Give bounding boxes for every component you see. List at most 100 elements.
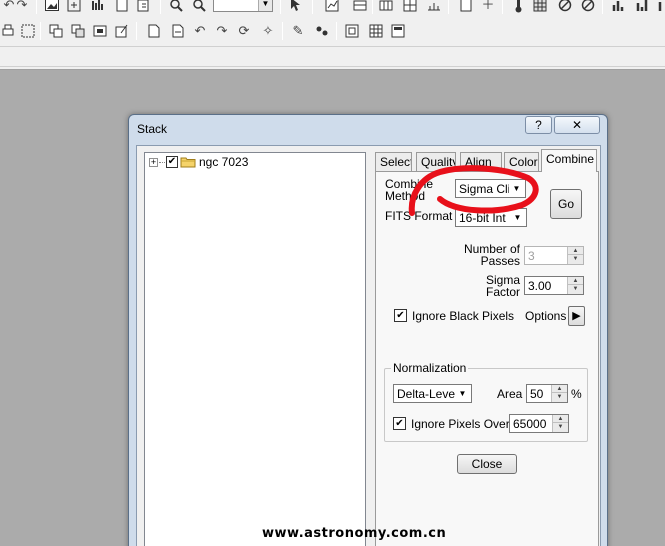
ignore-over-label[interactable]: Ignore Pixels Over bbox=[411, 418, 510, 430]
tree-item-label[interactable]: ngc 7023 bbox=[199, 155, 248, 169]
zoom-in-icon[interactable] bbox=[168, 0, 184, 13]
toolbar-separator bbox=[502, 0, 503, 14]
toolbar-separator bbox=[280, 0, 281, 14]
tab-select[interactable]: Select bbox=[375, 152, 412, 171]
ignore-black-checkbox[interactable]: ✔ bbox=[394, 309, 407, 322]
image-tree[interactable]: + ✔ ngc 7023 bbox=[144, 152, 366, 546]
new-doc-icon[interactable] bbox=[114, 0, 130, 13]
app-toolbar: ↶ ↷ ▼ ＋ ↶ ↷ ⟳ ✧ ✎ bbox=[0, 0, 665, 70]
toolbar-separator bbox=[160, 0, 161, 14]
pencil-icon[interactable]: ✎ bbox=[290, 23, 306, 39]
print-icon[interactable] bbox=[0, 23, 16, 39]
spin-down-icon[interactable]: ▼ bbox=[568, 285, 583, 293]
help-button[interactable]: ? bbox=[525, 116, 552, 134]
go-button[interactable]: Go bbox=[550, 189, 582, 219]
tab-combine[interactable]: Combine bbox=[541, 149, 597, 172]
paste-icon[interactable] bbox=[114, 23, 130, 39]
spin-up-icon[interactable]: ▲ bbox=[553, 415, 568, 423]
rotate-icon[interactable]: ⟳ bbox=[236, 23, 252, 39]
sigma-spinner[interactable]: 3.00 ▲ ▼ bbox=[524, 276, 584, 295]
toolbar-separator bbox=[312, 0, 313, 14]
ignore-over-checkbox[interactable]: ✔ bbox=[393, 417, 406, 430]
spin-up-icon[interactable]: ▲ bbox=[568, 277, 583, 285]
page-icon[interactable] bbox=[170, 23, 186, 39]
bars-icon[interactable] bbox=[634, 0, 650, 13]
chevron-down-icon[interactable]: ▼ bbox=[455, 386, 470, 401]
spin-up-icon[interactable]: ▲ bbox=[568, 247, 583, 255]
combine-method-select[interactable]: Sigma Clip ▼ bbox=[455, 179, 526, 198]
plus-icon[interactable]: ＋ bbox=[480, 0, 496, 13]
no-entry-icon[interactable] bbox=[580, 0, 596, 13]
chart-icon[interactable] bbox=[324, 0, 340, 13]
toolbar-separator bbox=[40, 22, 41, 40]
chevron-down-icon[interactable]: ▼ bbox=[510, 210, 525, 225]
image-icon[interactable] bbox=[44, 0, 60, 13]
tab-color[interactable]: Color bbox=[504, 152, 539, 171]
points-icon[interactable] bbox=[314, 23, 330, 39]
close-button[interactable]: Close bbox=[457, 454, 517, 474]
zoom-combo[interactable]: ▼ bbox=[213, 0, 273, 12]
spin-down-icon[interactable]: ▼ bbox=[553, 423, 568, 431]
histogram-icon[interactable] bbox=[90, 0, 106, 13]
ignore-black-label[interactable]: Ignore Black Pixels bbox=[412, 310, 514, 322]
no-entry-icon[interactable] bbox=[557, 0, 573, 13]
ruler-icon[interactable] bbox=[426, 0, 442, 13]
copy-icon[interactable] bbox=[92, 23, 108, 39]
page-icon[interactable] bbox=[458, 0, 474, 13]
tab-align[interactable]: Align bbox=[460, 152, 502, 171]
fit-icon[interactable] bbox=[66, 0, 82, 13]
magic-icon[interactable]: ✧ bbox=[260, 23, 276, 39]
calc-icon[interactable] bbox=[390, 23, 406, 39]
close-window-button[interactable]: ✕ bbox=[554, 116, 600, 134]
spin-buttons[interactable]: ▲ ▼ bbox=[567, 277, 583, 294]
move-icon[interactable] bbox=[48, 23, 64, 39]
align-icon[interactable] bbox=[344, 23, 360, 39]
area-unit: % bbox=[571, 387, 582, 401]
folder-icon bbox=[180, 157, 196, 168]
spin-buttons[interactable]: ▲ ▼ bbox=[551, 385, 567, 402]
doc-edit-icon[interactable] bbox=[136, 0, 152, 13]
expand-icon[interactable]: + bbox=[149, 158, 158, 167]
toolbar-separator bbox=[602, 0, 603, 14]
redo-icon[interactable]: ↷ bbox=[214, 23, 230, 39]
sigma-value: 3.00 bbox=[528, 279, 552, 293]
chevron-down-icon[interactable]: ▼ bbox=[258, 0, 272, 11]
spin-down-icon[interactable]: ▼ bbox=[568, 255, 583, 263]
thermometer-icon[interactable] bbox=[510, 0, 526, 13]
page-icon[interactable] bbox=[146, 23, 162, 39]
grid-icon[interactable] bbox=[532, 0, 548, 13]
combine-panel: Combine Method Sigma Clip ▼ Go FITS Form… bbox=[375, 171, 599, 546]
layers-icon[interactable] bbox=[378, 0, 394, 13]
normalization-title: Normalization bbox=[391, 361, 469, 375]
normalization-select[interactable]: Delta-Level ▼ bbox=[393, 384, 472, 403]
options-arrow-button[interactable]: ▶ bbox=[568, 306, 585, 326]
select-icon[interactable] bbox=[20, 23, 36, 39]
ignore-over-spinner[interactable]: 65000 ▲ ▼ bbox=[509, 414, 569, 433]
ignore-over-value: 65000 bbox=[513, 417, 547, 431]
spin-up-icon[interactable]: ▲ bbox=[552, 385, 567, 393]
undo-icon[interactable]: ↶ bbox=[192, 23, 208, 39]
toolbar-separator bbox=[336, 22, 337, 40]
dialog-client: + ✔ ngc 7023 Select Quality Align Color … bbox=[136, 145, 601, 546]
spin-buttons[interactable]: ▲ ▼ bbox=[552, 415, 568, 432]
passes-spinner[interactable]: 3 ▲ ▼ bbox=[524, 246, 584, 265]
area-value: 50 bbox=[530, 387, 544, 401]
layers-icon[interactable] bbox=[352, 0, 368, 13]
pointer-help-icon[interactable] bbox=[288, 0, 304, 13]
spin-buttons[interactable]: ▲ ▼ bbox=[567, 247, 583, 264]
fits-format-select[interactable]: 16-bit Int ▼ bbox=[455, 208, 527, 227]
spin-down-icon[interactable]: ▼ bbox=[552, 393, 567, 401]
redo-icon[interactable]: ↷ bbox=[14, 0, 30, 13]
tree-checkbox[interactable]: ✔ bbox=[166, 156, 178, 168]
grid-icon[interactable] bbox=[402, 0, 418, 13]
copy-icon[interactable] bbox=[70, 23, 86, 39]
passes-value: 3 bbox=[528, 249, 535, 263]
area-spinner[interactable]: 50 ▲ ▼ bbox=[526, 384, 568, 403]
chevron-down-icon[interactable]: ▼ bbox=[509, 181, 524, 196]
bars-icon[interactable] bbox=[654, 0, 665, 13]
toolbar-separator bbox=[282, 22, 283, 40]
zoom-out-icon[interactable] bbox=[191, 0, 207, 13]
tab-quality[interactable]: Quality bbox=[416, 152, 456, 171]
bars-icon[interactable] bbox=[610, 0, 626, 13]
grid-icon[interactable] bbox=[368, 23, 384, 39]
